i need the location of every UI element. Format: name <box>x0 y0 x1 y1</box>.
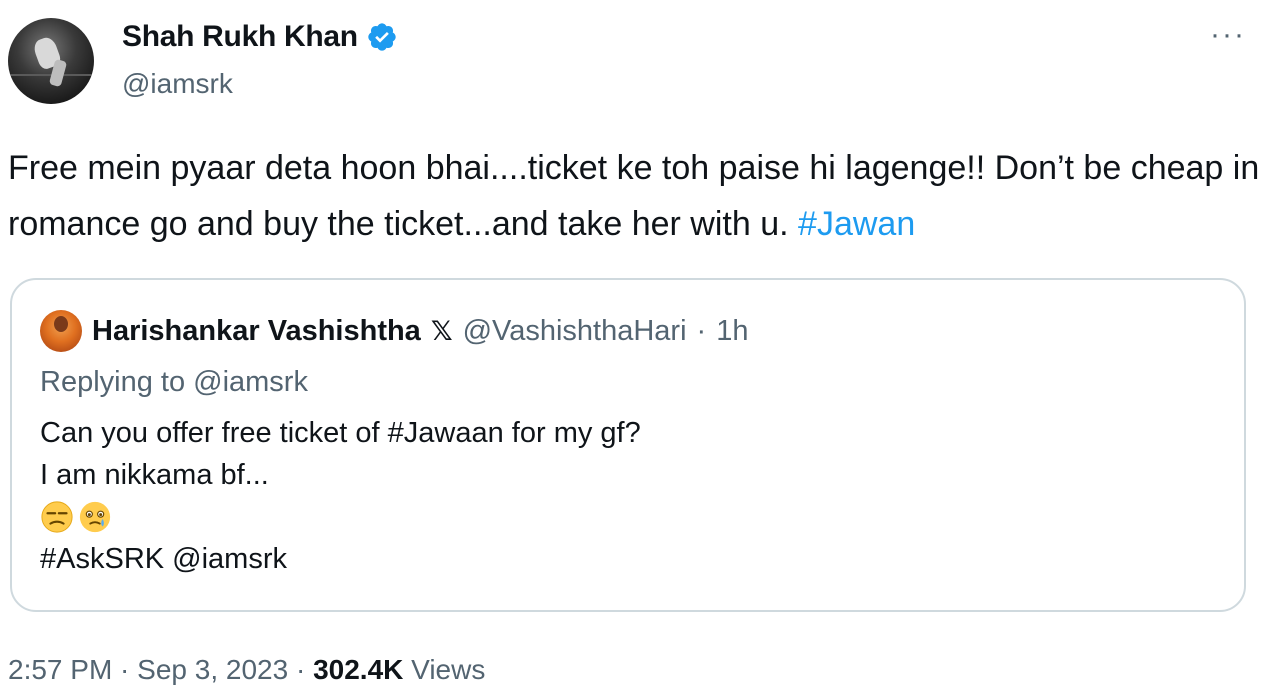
author-handle[interactable]: @iamsrk <box>122 68 233 100</box>
quoted-time: 1h <box>716 315 749 347</box>
quoted-tweet-text: Can you offer free ticket of #Jawaan for… <box>40 412 641 580</box>
verified-badge-icon <box>368 23 396 51</box>
quoted-line-1: Can you offer free ticket of #Jawaan for… <box>40 417 641 449</box>
face-holding-back-tears-icon <box>79 501 111 533</box>
quoted-line-2: I am nikkama bf... <box>40 459 269 491</box>
tweet-text: Free mein pyaar deta hoon bhai....ticket… <box>8 140 1268 252</box>
meta-separator-1: · <box>112 654 138 685</box>
author-name-row: Shah Rukh Khan <box>122 20 398 54</box>
tweet-metadata: 2:57 PM · Sep 3, 2023 · 302.4K Views <box>8 650 485 690</box>
replying-to: Replying to @iamsrk <box>40 366 308 398</box>
quoted-separator: · <box>696 315 707 347</box>
tweet: Shah Rukh Khan @iamsrk ··· Free mein pya… <box>0 0 1280 699</box>
author-avatar[interactable] <box>8 18 94 104</box>
author-display-name[interactable]: Shah Rukh Khan <box>122 20 358 54</box>
views-label: Views <box>403 654 486 685</box>
tweet-text-main: Free mein pyaar deta hoon bhai....ticket… <box>8 149 1260 243</box>
quoted-emoji-row <box>40 496 641 538</box>
meta-separator-2: · <box>288 654 314 685</box>
quoted-tweet-header: Harishankar Vashishtha 𝕏 @VashishthaHari… <box>92 310 748 352</box>
quoted-author-avatar <box>40 310 82 352</box>
more-options-icon[interactable]: ··· <box>1210 20 1246 50</box>
tweet-date[interactable]: Sep 3, 2023 <box>137 654 288 685</box>
x-badge-icon: 𝕏 <box>430 316 453 346</box>
quoted-author-name: Harishankar Vashishtha <box>92 315 421 347</box>
tweet-time[interactable]: 2:57 PM <box>8 654 112 685</box>
quoted-author-handle: @VashishthaHari <box>462 315 687 347</box>
views-count: 302.4K <box>313 654 404 685</box>
unamused-face-icon <box>41 501 73 533</box>
quoted-tweet-card[interactable]: Harishankar Vashishtha 𝕏 @VashishthaHari… <box>10 278 1246 612</box>
quoted-line-4: #AskSRK @iamsrk <box>40 543 287 575</box>
tweet-hashtag-link[interactable]: #Jawan <box>798 205 915 243</box>
